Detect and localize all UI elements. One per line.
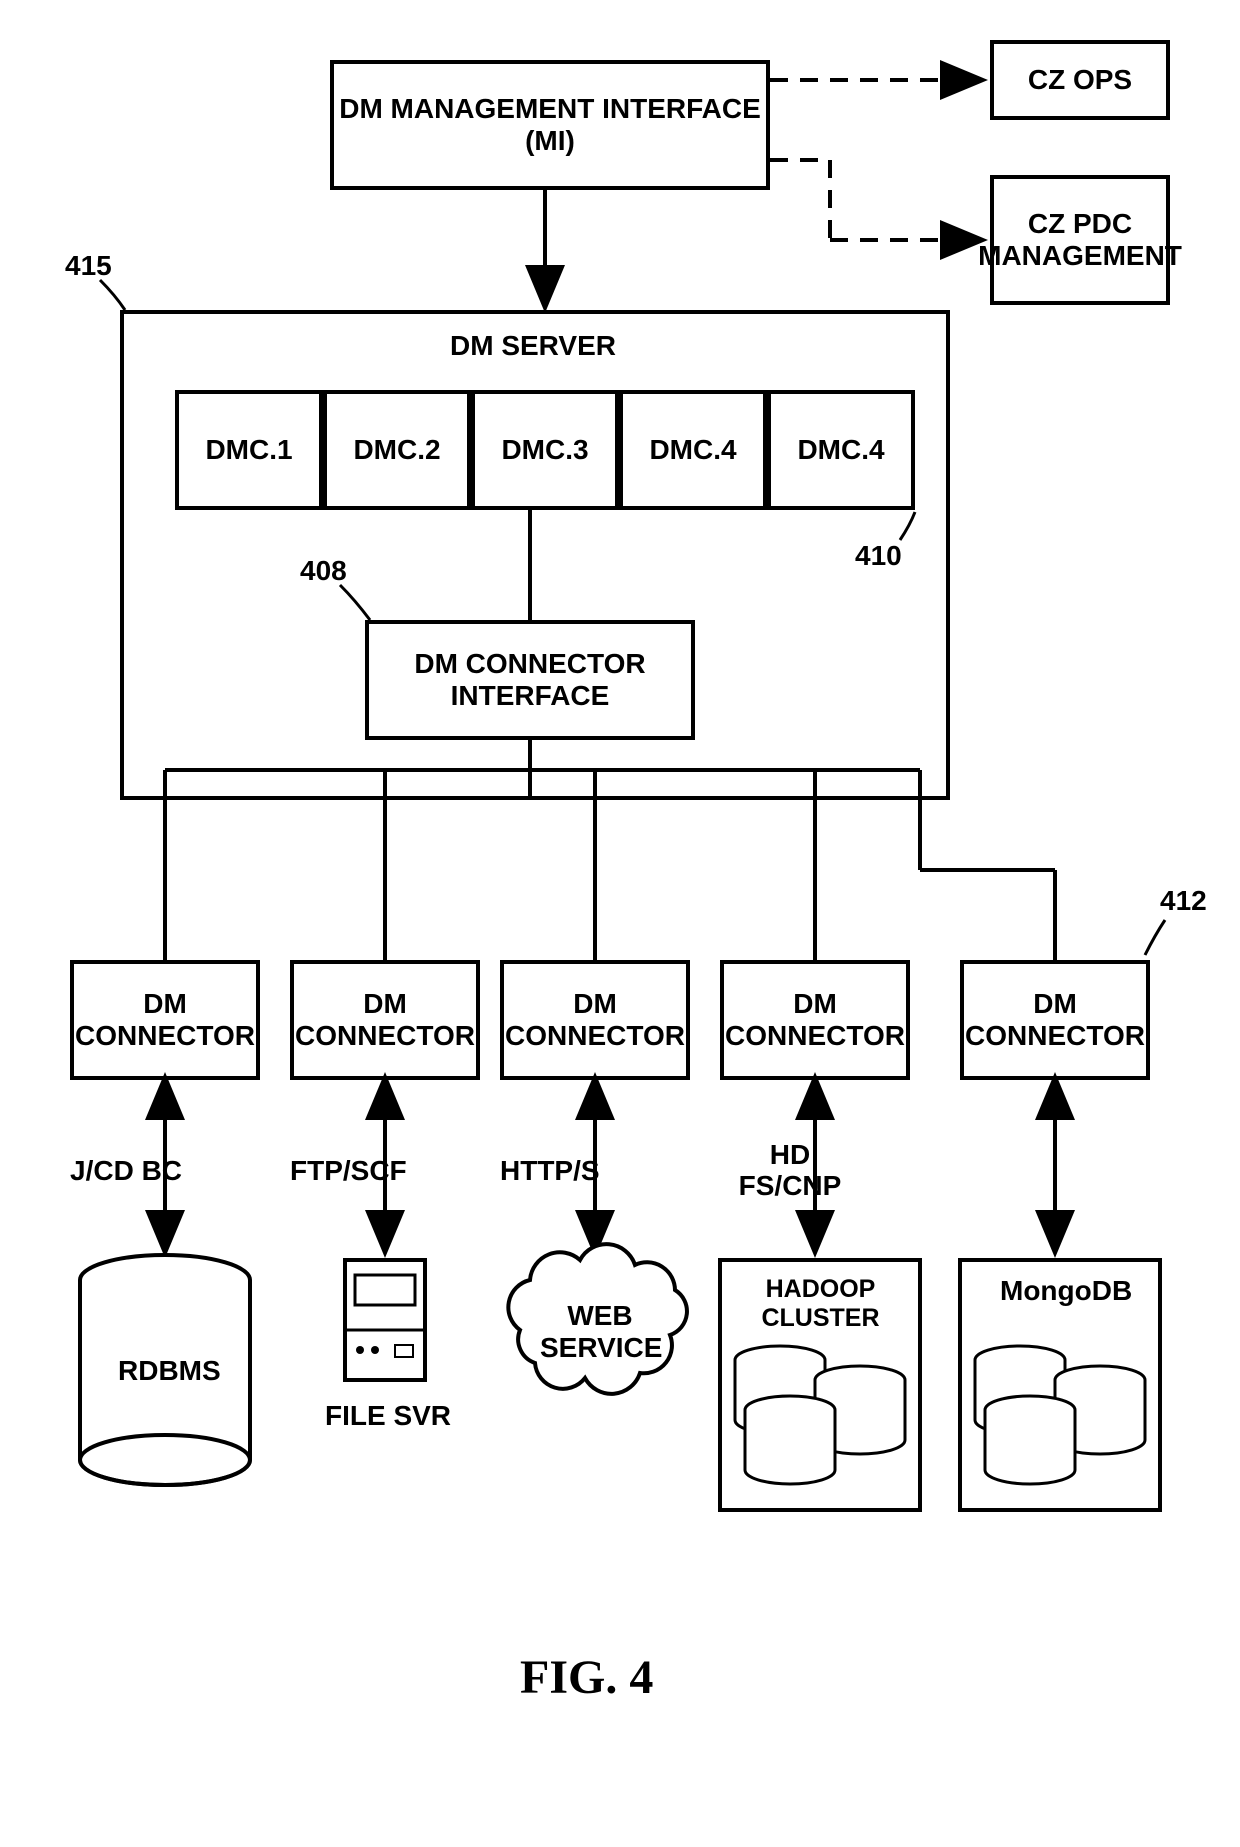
figure-label: FIG. 4 xyxy=(520,1650,653,1705)
web-label: WEB SERVICE xyxy=(540,1300,660,1364)
hadoop-label: HADOOP CLUSTER xyxy=(728,1275,913,1333)
ref-415: 415 xyxy=(65,250,112,282)
filesvr-label: FILE SVR xyxy=(325,1400,451,1432)
ref-412: 412 xyxy=(1160,885,1207,917)
ref-408: 408 xyxy=(300,555,347,587)
rdbms-label: RDBMS xyxy=(118,1355,221,1387)
mongodb-label: MongoDB xyxy=(1000,1275,1132,1307)
ref-410: 410 xyxy=(855,540,902,572)
file-svr-icon xyxy=(345,1260,425,1380)
